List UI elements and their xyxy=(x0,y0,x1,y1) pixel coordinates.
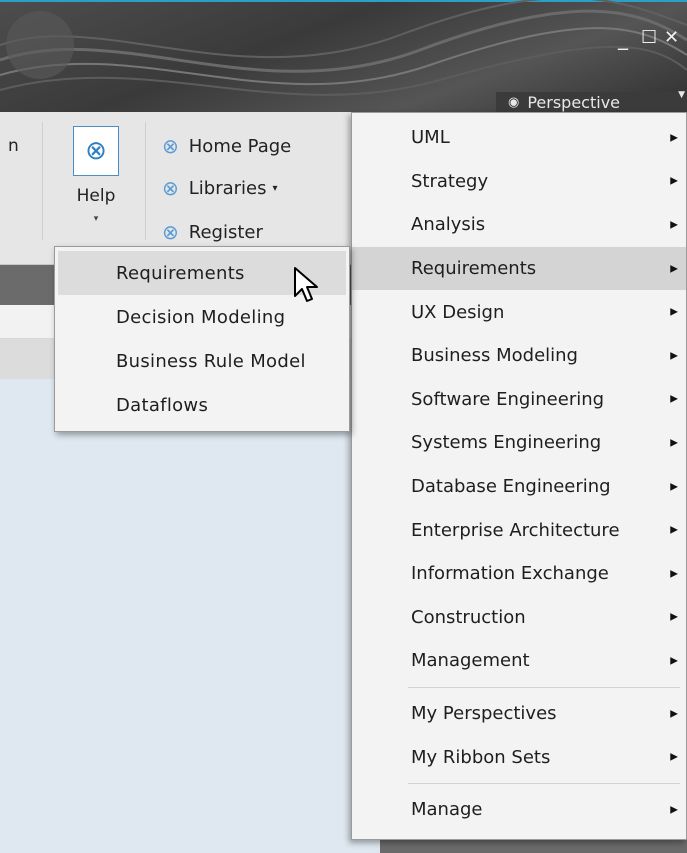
submenu-item-business-rule-model[interactable]: Business Rule Model xyxy=(58,339,346,383)
menu-separator xyxy=(408,782,680,784)
submenu-item-dataflows[interactable]: Dataflows xyxy=(58,383,346,427)
menu-separator xyxy=(408,686,680,688)
chevron-down-icon: ▾ xyxy=(93,214,99,224)
help-button[interactable]: ⊗ Help ▾ xyxy=(68,126,124,246)
menu-item-analysis[interactable]: Analysis ▶ xyxy=(352,203,686,247)
chevron-down-icon: ▼ xyxy=(678,90,685,100)
globe-icon: ⊗ xyxy=(162,176,179,200)
menu-item-my-perspectives[interactable]: My Perspectives ▶ xyxy=(352,692,686,736)
home-page-link[interactable]: ⊗ Home Page xyxy=(162,132,291,160)
chevron-right-icon: ▶ xyxy=(670,437,678,449)
menu-item-label: UX Design xyxy=(411,301,505,323)
chevron-right-icon: ▶ xyxy=(670,751,678,763)
chevron-right-icon: ▶ xyxy=(670,568,678,580)
globe-icon: ⊗ xyxy=(162,134,179,158)
perspective-button[interactable]: ◉ Perspective ▼ xyxy=(496,90,687,112)
menu-item-construction[interactable]: Construction ▶ xyxy=(352,596,686,640)
chevron-down-icon: ▾ xyxy=(272,182,278,194)
chevron-right-icon: ▶ xyxy=(670,175,678,187)
help-label: Help xyxy=(76,186,116,206)
submenu-item-label: Decision Modeling xyxy=(116,306,286,328)
menu-item-label: Systems Engineering xyxy=(411,432,602,454)
chevron-right-icon: ▶ xyxy=(670,306,678,318)
mouse-cursor-icon xyxy=(294,267,318,302)
menu-item-requirements[interactable]: Requirements ▶ xyxy=(352,246,686,291)
menu-item-enterprise-architecture[interactable]: Enterprise Architecture ▶ xyxy=(352,508,686,552)
eye-icon: ◉ xyxy=(508,94,520,110)
menu-item-information-exchange[interactable]: Information Exchange ▶ xyxy=(352,552,686,596)
perspective-label: Perspective xyxy=(527,92,621,112)
chevron-right-icon: ▶ xyxy=(670,804,678,816)
chevron-right-icon: ▶ xyxy=(670,481,678,493)
menu-item-my-ribbon-sets[interactable]: My Ribbon Sets ▶ xyxy=(352,735,686,779)
chevron-right-icon: ▶ xyxy=(670,219,678,231)
menu-item-business-modeling[interactable]: Business Modeling ▶ xyxy=(352,334,686,378)
menu-item-label: Software Engineering xyxy=(411,388,605,410)
ribbon-partial-label: n xyxy=(8,136,19,156)
close-button[interactable]: ✕ xyxy=(664,28,679,48)
ribbon-divider xyxy=(42,122,43,240)
help-book-icon: ⊗ xyxy=(73,126,119,176)
menu-item-label: Business Modeling xyxy=(411,345,578,367)
menu-item-label: My Ribbon Sets xyxy=(411,746,551,768)
chevron-right-icon: ▶ xyxy=(670,655,678,667)
submenu-item-label: Dataflows xyxy=(116,394,209,416)
chevron-right-icon: ▶ xyxy=(670,132,678,144)
chevron-right-icon: ▶ xyxy=(670,350,678,362)
perspective-menu: UML ▶ Strategy ▶ Analysis ▶ Requirements ▶ U… xyxy=(351,112,687,840)
menu-item-label: Manage xyxy=(411,799,483,821)
menu-item-label: Database Engineering xyxy=(411,476,611,498)
workspace-area xyxy=(0,379,380,853)
chevron-right-icon: ▶ xyxy=(670,393,678,405)
menu-item-label: Management xyxy=(411,650,530,672)
globe-icon: ⊗ xyxy=(162,220,179,244)
menu-item-label: UML xyxy=(411,127,450,149)
chevron-right-icon: ▶ xyxy=(670,708,678,720)
menu-item-label: Strategy xyxy=(411,170,489,192)
menu-item-systems-engineering[interactable]: Systems Engineering ▶ xyxy=(352,421,686,465)
chevron-right-icon: ▶ xyxy=(670,611,678,623)
home-page-label: Home Page xyxy=(188,135,292,157)
title-bar: _ ☐ ✕ ◉ Perspective ▼ xyxy=(0,0,687,112)
register-link[interactable]: ⊗ Register xyxy=(162,218,263,246)
ribbon-divider xyxy=(145,122,146,240)
submenu-item-label: Requirements xyxy=(116,262,245,284)
libraries-label: Libraries xyxy=(188,177,267,199)
menu-item-strategy[interactable]: Strategy ▶ xyxy=(352,160,686,204)
submenu-item-label: Business Rule Model xyxy=(116,350,306,372)
menu-item-uml[interactable]: UML ▶ xyxy=(352,116,686,160)
chevron-right-icon: ▶ xyxy=(670,524,678,536)
minimize-button[interactable]: _ xyxy=(618,28,628,48)
menu-item-label: Construction xyxy=(411,606,526,628)
menu-item-label: Analysis xyxy=(411,214,486,236)
libraries-link[interactable]: ⊗ Libraries ▾ xyxy=(162,174,278,202)
menu-item-label: Information Exchange xyxy=(411,563,609,585)
menu-item-manage[interactable]: Manage ▶ xyxy=(352,788,686,832)
menu-item-database-engineering[interactable]: Database Engineering ▶ xyxy=(352,465,686,509)
menu-item-label: Requirements xyxy=(411,258,537,280)
chevron-right-icon: ▶ xyxy=(670,263,678,275)
menu-item-label: My Perspectives xyxy=(411,703,557,725)
menu-item-management[interactable]: Management ▶ xyxy=(352,639,686,683)
maximize-button[interactable]: ☐ xyxy=(641,28,657,48)
menu-item-label: Enterprise Architecture xyxy=(411,519,620,541)
register-label: Register xyxy=(188,221,263,243)
menu-item-ux-design[interactable]: UX Design ▶ xyxy=(352,290,686,334)
menu-item-software-engineering[interactable]: Software Engineering ▶ xyxy=(352,378,686,422)
